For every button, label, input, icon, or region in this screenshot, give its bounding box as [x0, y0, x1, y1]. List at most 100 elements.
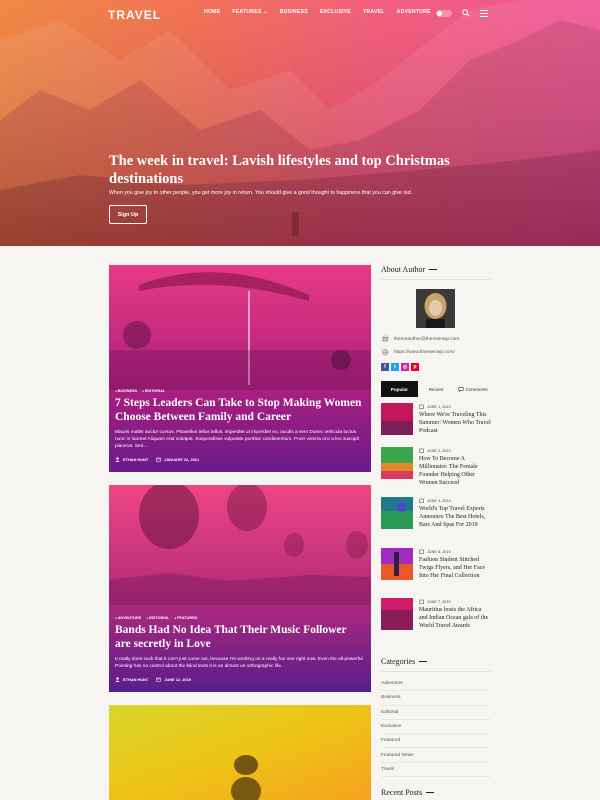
- menu-item-home[interactable]: HOME: [204, 9, 220, 15]
- post-title[interactable]: How To Become A Millionaire: The Female …: [419, 455, 491, 487]
- calendar-icon: [419, 549, 424, 554]
- category-link[interactable]: Featured News: [381, 748, 491, 763]
- calendar-icon: [419, 498, 424, 503]
- user-icon: [115, 677, 120, 682]
- post-thumbnail: [381, 497, 413, 529]
- tab-recent[interactable]: Recent: [418, 381, 455, 397]
- user-icon: [115, 457, 120, 462]
- dark-mode-toggle[interactable]: [436, 9, 452, 17]
- post-thumbnail: [381, 598, 413, 630]
- about-author-heading-wrap: About Author: [381, 265, 491, 274]
- social-links: f t ◎ p: [381, 363, 419, 371]
- categories-heading-wrap: Categories: [381, 657, 491, 666]
- author-website-text[interactable]: https://www.themeinwp.com/: [394, 350, 455, 355]
- menu-item-adventure[interactable]: ADVENTURE: [397, 9, 431, 15]
- post-thumbnail: [381, 548, 413, 580]
- sign-up-button[interactable]: Sign Up: [109, 205, 147, 224]
- calendar-icon: [419, 404, 424, 409]
- tab-popular[interactable]: Popular: [381, 381, 418, 397]
- calendar-icon: [156, 677, 162, 682]
- author-email[interactable]: themeauthor@themeinwp.com: [381, 335, 459, 343]
- categories-heading: Categories: [381, 657, 491, 666]
- post-card[interactable]: BUSINESS EDITORIAL 7 Steps Leaders Can T…: [109, 265, 371, 472]
- menu-item-business[interactable]: BUSINESS: [280, 9, 308, 15]
- category-tag[interactable]: FEATURED: [174, 616, 197, 620]
- post-author[interactable]: ETHAN HUNT: [123, 677, 148, 682]
- post-card[interactable]: ADVENTURE EDITORIAL FEATURED Bands Had N…: [109, 485, 371, 692]
- post-date: JUNE 4, 2019: [419, 498, 451, 503]
- main-menu: HOME FEATURES ⌄ BUSINESS EXCLUSIVE TRAVE…: [204, 9, 431, 15]
- recent-posts-heading: Recent Posts: [381, 788, 491, 797]
- hero-title[interactable]: The week in travel: Lavish lifestyles an…: [109, 152, 489, 188]
- top-navigation: TRAVEL HOME FEATURES ⌄ BUSINESS EXCLUSIV…: [108, 8, 488, 22]
- hero-mountain-image: [0, 0, 600, 246]
- category-tag[interactable]: EDITORIAL: [146, 616, 169, 620]
- globe-icon: [382, 349, 388, 355]
- comment-icon: [458, 386, 464, 392]
- facebook-icon[interactable]: f: [381, 363, 389, 371]
- category-list: Adventure Business Editorial Exclusive F…: [381, 677, 491, 778]
- category-link[interactable]: Editorial: [381, 706, 491, 720]
- post-author[interactable]: ETHAN HUNT: [123, 457, 148, 462]
- list-item[interactable]: JUNE 7, 2019 Mauritius hosts the Africa …: [381, 598, 491, 634]
- category-link[interactable]: Travel: [381, 763, 491, 778]
- post-meta: ETHAN HUNT JANUARY 22, 2021: [115, 457, 363, 462]
- divider: [381, 671, 491, 672]
- instagram-icon[interactable]: ◎: [401, 363, 409, 371]
- post-image: [109, 705, 371, 800]
- list-item[interactable]: JUNE 1, 2019 Where We're Traveling This …: [381, 403, 491, 439]
- search-icon[interactable]: [462, 9, 470, 17]
- post-meta: ETHAN HUNT JUNE 12, 2019: [115, 677, 363, 682]
- post-date: JANUARY 22, 2021: [164, 457, 200, 462]
- nav-tools: [436, 9, 488, 17]
- category-link[interactable]: Adventure: [381, 677, 491, 692]
- menu-item-features[interactable]: FEATURES ⌄: [232, 9, 267, 15]
- category-tag[interactable]: EDITORIAL: [142, 389, 165, 393]
- email-icon: [382, 337, 388, 341]
- about-author-heading: About Author: [381, 265, 491, 274]
- pinterest-icon[interactable]: p: [411, 363, 419, 371]
- tab-comments-label: Comments: [465, 386, 488, 392]
- list-item[interactable]: JUNE 5, 2019 Fashion Student Stitched Tw…: [381, 548, 491, 584]
- post-content: ADVENTURE EDITORIAL FEATURED Bands Had N…: [115, 616, 363, 682]
- post-title[interactable]: Mauritius hosts the Africa and Indian Oc…: [419, 606, 491, 630]
- calendar-icon: [419, 599, 424, 604]
- hamburger-menu-icon[interactable]: [480, 9, 488, 17]
- twitter-icon[interactable]: t: [391, 363, 399, 371]
- author-email-text[interactable]: themeauthor@themeinwp.com: [394, 337, 459, 342]
- list-item[interactable]: JUNE 4, 2019 World's Top Travel Experts …: [381, 497, 491, 533]
- post-content: BUSINESS EDITORIAL 7 Steps Leaders Can T…: [115, 389, 363, 462]
- menu-item-exclusive[interactable]: EXCLUSIVE: [320, 9, 351, 15]
- site-logo[interactable]: TRAVEL: [108, 8, 161, 22]
- post-thumbnail: [381, 447, 413, 479]
- post-tabs: Popular Recent Comments: [381, 381, 491, 397]
- post-title[interactable]: 7 Steps Leaders Can Take to Stop Making …: [115, 396, 363, 424]
- list-item[interactable]: JUNE 2, 2019 How To Become A Millionaire…: [381, 447, 491, 486]
- post-date: JUNE 7, 2019: [419, 599, 451, 604]
- post-excerpt: Mauris mattis auctor cursus. Phasellus t…: [115, 430, 359, 449]
- category-tag[interactable]: BUSINESS: [115, 389, 137, 393]
- post-card[interactable]: [109, 705, 371, 800]
- tab-comments[interactable]: Comments: [454, 381, 491, 397]
- author-website[interactable]: https://www.themeinwp.com/: [381, 348, 455, 356]
- post-date: JUNE 1, 2019: [419, 404, 451, 409]
- category-link[interactable]: Exclusive: [381, 720, 491, 735]
- post-title[interactable]: Fashion Student Stitched Twigs Flyers, a…: [419, 556, 491, 580]
- post-title[interactable]: Bands Had No Idea That Their Music Follo…: [115, 623, 363, 651]
- calendar-icon: [419, 448, 424, 453]
- post-title[interactable]: World's Top Travel Experts Announce The …: [419, 505, 491, 529]
- category-link[interactable]: Featured: [381, 734, 491, 749]
- category-link[interactable]: Business: [381, 691, 491, 706]
- author-avatar: [416, 289, 455, 328]
- divider: [381, 279, 491, 280]
- post-excerpt: It really does suck that it can't just c…: [115, 657, 363, 669]
- post-title[interactable]: Where We're Traveling This Summer: Women…: [419, 411, 491, 435]
- post-date: JUNE 2, 2019: [419, 448, 451, 453]
- category-tag[interactable]: ADVENTURE: [115, 616, 142, 620]
- post-categories: ADVENTURE EDITORIAL FEATURED: [115, 616, 363, 620]
- hero-subtitle: When you give joy to other people, you g…: [109, 190, 413, 196]
- calendar-icon: [156, 457, 162, 462]
- menu-item-travel[interactable]: TRAVEL: [363, 9, 385, 15]
- recent-posts-heading-wrap: Recent Posts: [381, 788, 491, 797]
- post-date: JUNE 5, 2019: [419, 549, 451, 554]
